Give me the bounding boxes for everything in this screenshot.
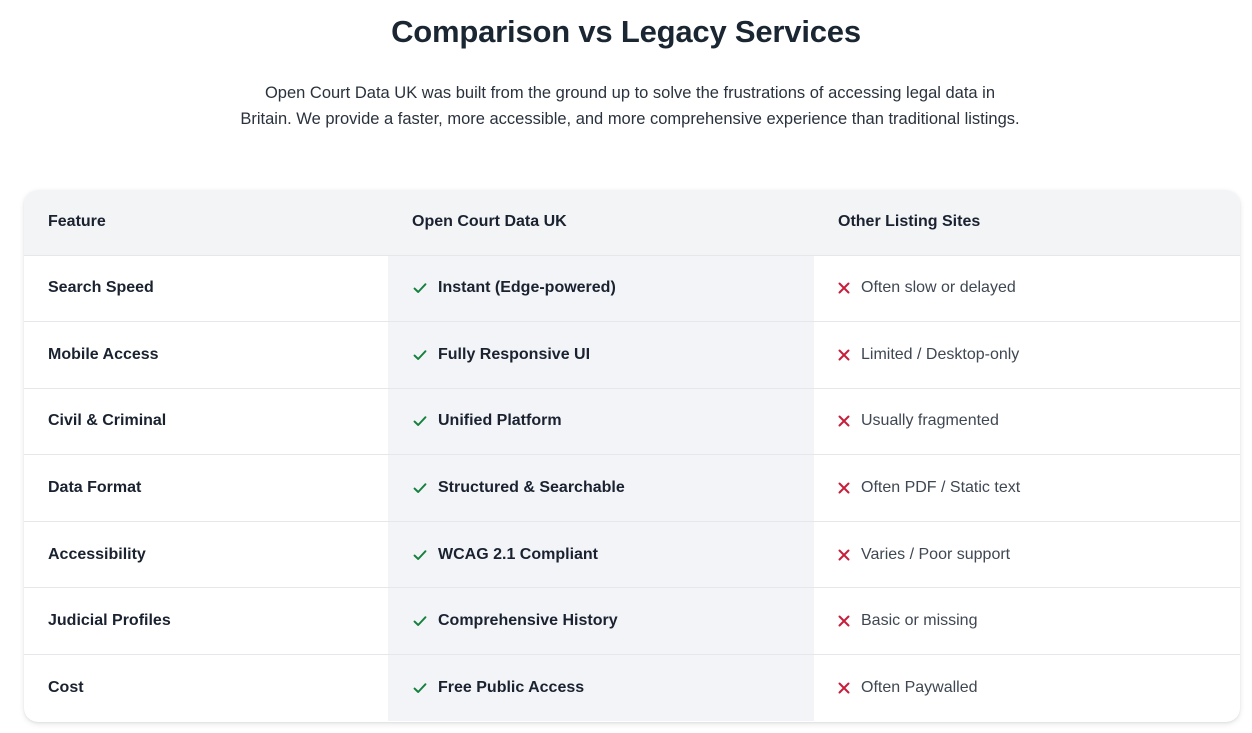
check-icon: [413, 616, 427, 627]
open-court-data-value: Comprehensive History: [438, 612, 618, 630]
cell-content: Instant (Edge-powered): [412, 279, 814, 297]
x-icon: [838, 482, 850, 494]
cell-content: Free Public Access: [412, 679, 814, 697]
feature-cell: Search Speed: [48, 279, 154, 297]
section-title: Comparison vs Legacy Services: [391, 14, 861, 49]
check-icon: [413, 283, 427, 294]
header-other-listing-sites: Other Listing Sites: [814, 190, 1240, 256]
other-listing-sites-cell: Often slow or delayed: [814, 255, 1240, 322]
x-icon: [838, 615, 850, 627]
open-court-data-value: Unified Platform: [438, 412, 562, 430]
feature-cell: Accessibility: [24, 520, 388, 588]
table-row: Judicial Profiles Comprehensive History Ba…: [24, 587, 1240, 655]
x-icon: [838, 682, 850, 694]
other-listing-sites-cell: Often PDF / Static text: [814, 454, 1240, 522]
x-icon: [838, 415, 850, 427]
other-listing-sites-value: Basic or missing: [861, 612, 978, 630]
open-court-data-cell: Structured & Searchable: [388, 454, 814, 522]
open-court-data-cell: Free Public Access: [388, 654, 814, 722]
header-feature: Feature: [24, 190, 388, 256]
table-row: Search Speed Instant (Edge-powered) Often …: [24, 255, 1240, 322]
open-court-data-value: Free Public Access: [438, 679, 585, 697]
feature-cell: Civil & Criminal: [24, 387, 388, 455]
table-header-row: Feature Open Court Data UK Other Listing…: [24, 190, 1240, 256]
other-listing-sites-value: Limited / Desktop-only: [861, 345, 1020, 363]
table-row: Data Format Structured & Searchable Often …: [24, 454, 1240, 522]
cell-content: Often Paywalled: [838, 679, 1240, 697]
section-intro: Open Court Data UK was built from the gr…: [240, 84, 1020, 128]
table-row: Mobile Access Fully Responsive UI Limited …: [24, 321, 1240, 389]
feature-cell: Data Format: [24, 454, 388, 522]
cell-content: Varies / Poor support: [838, 546, 1240, 564]
other-listing-sites-value: Often slow or delayed: [861, 279, 1016, 297]
table-row: Civil & Criminal Unified Platform Usually …: [24, 387, 1240, 455]
cell-content: Often PDF / Static text: [838, 479, 1240, 497]
comparison-section: Comparison vs Legacy Services Open Court…: [0, 0, 1252, 733]
other-listing-sites-cell: Limited / Desktop-only: [814, 321, 1240, 389]
check-icon: [413, 683, 427, 694]
open-court-data-cell: WCAG 2.1 Compliant: [388, 520, 814, 588]
header-open-court-data: Open Court Data UK: [388, 190, 814, 256]
cell-content: Often slow or delayed: [838, 279, 1240, 297]
feature-cell: Judicial Profiles: [24, 587, 388, 655]
other-listing-sites-value: Often Paywalled: [861, 679, 978, 697]
open-court-data-value: WCAG 2.1 Compliant: [438, 545, 599, 563]
check-icon: [413, 416, 427, 427]
check-icon: [413, 350, 427, 360]
open-court-data-cell: Unified Platform: [388, 387, 814, 455]
cell-content: Limited / Desktop-only: [838, 346, 1240, 364]
x-icon: [838, 282, 850, 294]
comparison-table: Feature Open Court Data UK Other Listing…: [24, 190, 1240, 722]
other-listing-sites-cell: Basic or missing: [814, 587, 1240, 655]
open-court-data-value: Fully Responsive UI: [438, 345, 591, 363]
feature-cell: Mobile Access: [24, 321, 388, 389]
x-icon: [838, 349, 850, 361]
cell-content: Usually fragmented: [838, 412, 1240, 430]
check-icon: [413, 483, 427, 494]
cell-content: Fully Responsive UI: [412, 346, 814, 364]
cell-content: Unified Platform: [412, 412, 814, 430]
open-court-data-cell: Fully Responsive UI: [388, 321, 814, 389]
other-listing-sites-value: Often PDF / Static text: [861, 479, 1021, 497]
cell-content: WCAG 2.1 Compliant: [412, 546, 814, 564]
cell-content: Comprehensive History: [412, 612, 814, 630]
x-icon: [838, 549, 850, 561]
open-court-data-value: Instant (Edge-powered): [438, 279, 616, 297]
open-court-data-cell: Comprehensive History: [388, 587, 814, 655]
cell-content: Basic or missing: [838, 612, 1240, 630]
other-listing-sites-cell: Varies / Poor support: [814, 520, 1240, 588]
open-court-data-cell: Instant (Edge-powered): [388, 255, 814, 322]
feature-cell: Cost: [24, 654, 388, 722]
other-listing-sites-value: Varies / Poor support: [861, 545, 1011, 563]
cell-content: Structured & Searchable: [412, 479, 814, 497]
open-court-data-value: Structured & Searchable: [438, 479, 625, 497]
check-icon: [413, 549, 427, 560]
table-row: Accessibility WCAG 2.1 Compliant Varies / …: [24, 520, 1240, 588]
other-listing-sites-value: Usually fragmented: [861, 412, 999, 430]
comparison-table-card: Feature Open Court Data UK Other Listing…: [24, 190, 1240, 722]
table-row: Cost Free Public Access Often Paywalled: [24, 654, 1240, 722]
other-listing-sites-cell: Usually fragmented: [814, 387, 1240, 455]
table-body: Search Speed Instant (Edge-powered) Often …: [24, 255, 1240, 722]
other-listing-sites-cell: Often Paywalled: [814, 654, 1240, 722]
